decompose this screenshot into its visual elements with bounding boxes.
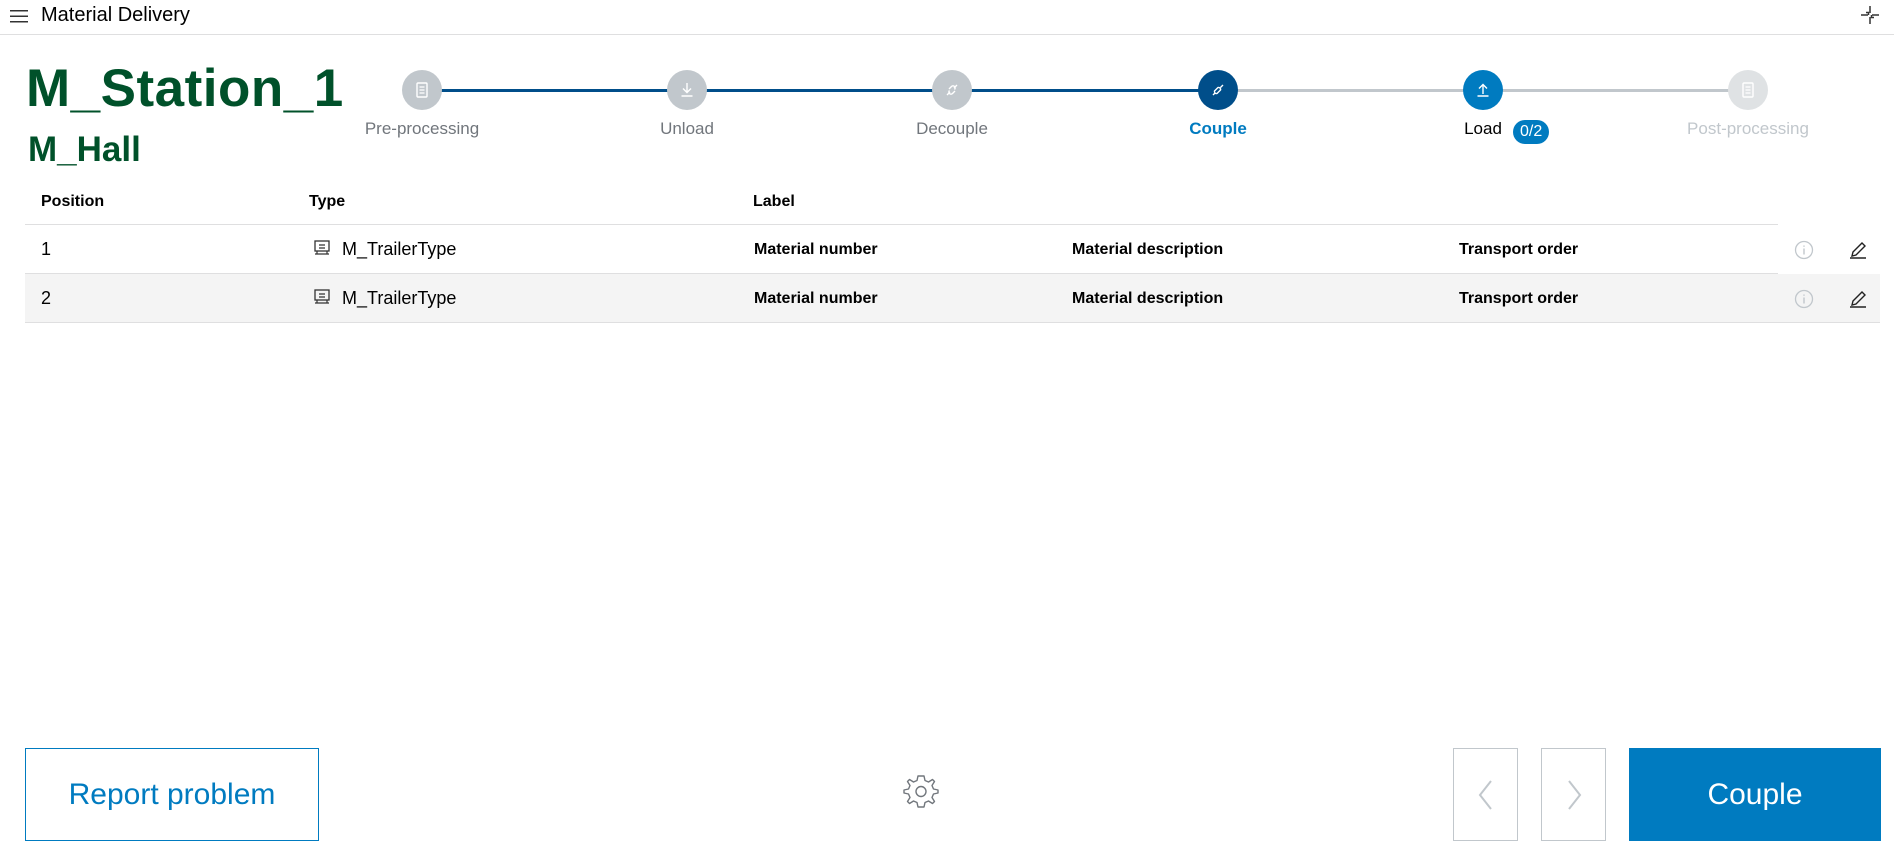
step-decouple[interactable]: Decouple bbox=[862, 70, 1042, 139]
row-material-description: Material description bbox=[1072, 241, 1224, 258]
info-icon[interactable] bbox=[1793, 288, 1815, 310]
info-icon[interactable] bbox=[1793, 239, 1815, 261]
station-title: M_Station_1 bbox=[26, 59, 344, 118]
row-position: 2 bbox=[41, 288, 52, 308]
hall-title: M_Hall bbox=[28, 130, 141, 169]
app-root: Material Delivery M_Station_1 M_Hall Pre… bbox=[0, 0, 1894, 863]
step-label: Load bbox=[1464, 119, 1502, 138]
step-label: Pre-processing bbox=[364, 119, 480, 138]
chevron-left-icon bbox=[1478, 779, 1492, 810]
step-pre-processing[interactable]: Pre-processing bbox=[332, 70, 512, 139]
trailer-type-icon bbox=[314, 289, 330, 304]
positions-table: Position Type Label 1 M_TrailerType Mate… bbox=[25, 185, 1880, 323]
top-bar: Material Delivery bbox=[0, 0, 1894, 35]
upload-icon bbox=[1477, 83, 1489, 97]
row-position: 1 bbox=[41, 239, 52, 259]
hamburger-menu-icon[interactable] bbox=[9, 8, 29, 24]
row-material-number: Material number bbox=[754, 241, 878, 258]
report-problem-button[interactable]: Report problem bbox=[25, 748, 319, 841]
row-transport-order: Transport order bbox=[1459, 241, 1579, 258]
step-label: Decouple bbox=[916, 119, 988, 138]
column-header-label: Label bbox=[753, 193, 795, 210]
row-material-number: Material number bbox=[754, 290, 878, 307]
table-header: Position Type Label bbox=[25, 185, 1778, 225]
download-icon bbox=[681, 83, 693, 97]
decouple-icon bbox=[946, 84, 958, 96]
clipboard-icon bbox=[416, 82, 428, 98]
row-material-description: Material description bbox=[1072, 290, 1224, 307]
clipboard-icon bbox=[1742, 82, 1754, 98]
row-type: M_TrailerType bbox=[342, 239, 457, 259]
table-row[interactable]: 2 M_TrailerType Material number Material… bbox=[25, 274, 1880, 323]
trailer-type-icon bbox=[314, 240, 330, 255]
step-label: Post-processing bbox=[1687, 119, 1809, 138]
process-stepper: Pre-processing Unload Decouple Couple Lo… bbox=[360, 70, 1810, 150]
step-label: Couple bbox=[1189, 119, 1247, 138]
couple-icon bbox=[1212, 84, 1224, 96]
table-row[interactable]: 1 M_TrailerType Material number Material… bbox=[25, 225, 1866, 274]
row-transport-order: Transport order bbox=[1459, 290, 1579, 307]
step-label: Unload bbox=[660, 119, 714, 138]
load-count-badge: 0/2 bbox=[1513, 120, 1550, 144]
previous-button[interactable] bbox=[1453, 748, 1518, 841]
settings-gear-icon[interactable] bbox=[902, 772, 940, 810]
column-header-type: Type bbox=[309, 193, 346, 210]
next-button[interactable] bbox=[1541, 748, 1606, 841]
stepper-track-done bbox=[422, 89, 1218, 92]
column-header-position: Position bbox=[41, 193, 105, 210]
step-post-processing[interactable]: Post-processing bbox=[1658, 70, 1838, 139]
row-type: M_TrailerType bbox=[342, 288, 457, 308]
step-couple[interactable]: Couple bbox=[1128, 70, 1308, 139]
app-title: Material Delivery bbox=[41, 4, 190, 26]
couple-button[interactable]: Couple bbox=[1629, 748, 1881, 841]
edit-pencil-icon[interactable] bbox=[1847, 288, 1869, 310]
collapse-icon[interactable] bbox=[1860, 5, 1880, 25]
step-unload[interactable]: Unload bbox=[597, 70, 777, 139]
chevron-right-icon bbox=[1567, 779, 1581, 810]
edit-pencil-icon[interactable] bbox=[1847, 239, 1869, 261]
